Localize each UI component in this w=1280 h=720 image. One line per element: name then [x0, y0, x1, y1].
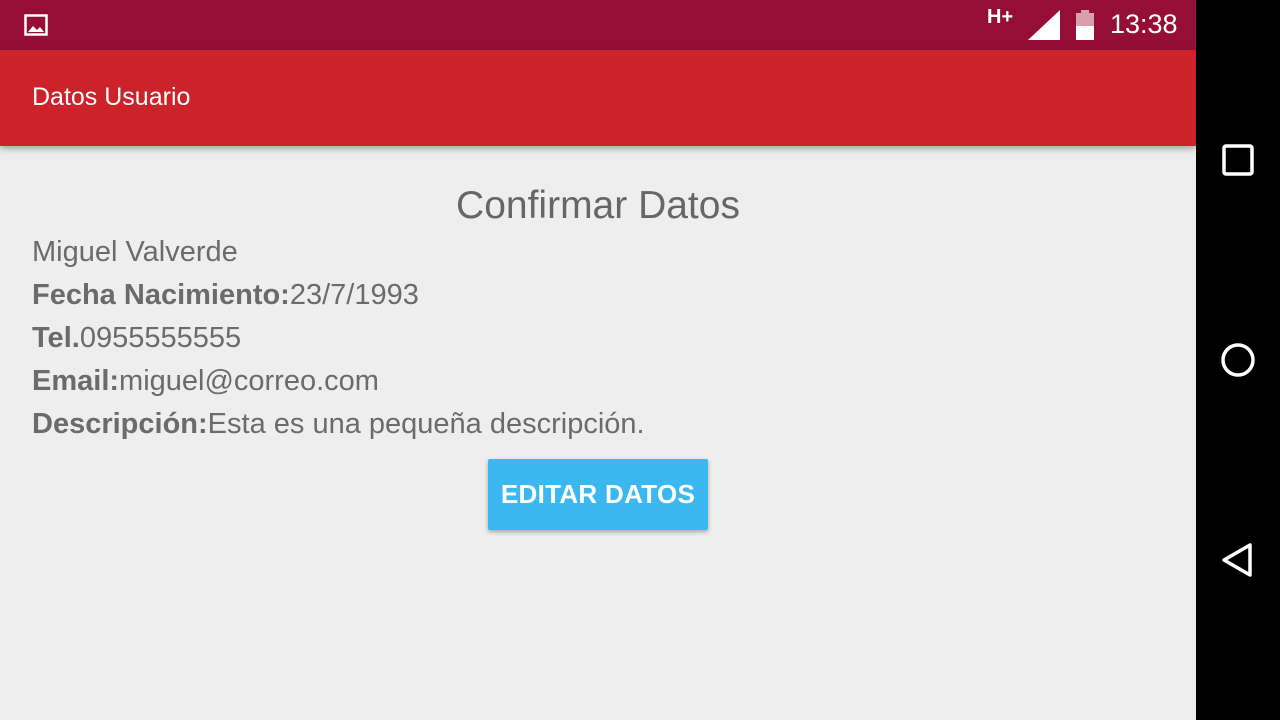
recents-icon[interactable]: [1216, 138, 1260, 182]
status-clock: 13:38: [1110, 9, 1178, 39]
email-row: Email:miguel@correo.com: [32, 365, 379, 398]
battery-icon: [1076, 10, 1094, 40]
confirm-heading: Confirmar Datos: [456, 184, 740, 227]
signal-icon: [1028, 10, 1060, 40]
email-label: Email:: [32, 365, 120, 397]
status-bar: H+ 13:38: [0, 0, 1196, 50]
network-type-indicator: H+: [987, 6, 1014, 28]
user-name: Miguel Valverde: [32, 236, 238, 268]
app-bar-title: Datos Usuario: [32, 83, 191, 111]
back-icon[interactable]: [1216, 538, 1260, 582]
birthdate-row: Fecha Nacimiento:23/7/1993: [32, 279, 419, 312]
phone-row: Tel.0955555555: [32, 322, 241, 355]
phone-value: 0955555555: [79, 322, 242, 354]
home-icon[interactable]: [1216, 338, 1260, 382]
description-label: Descripción:: [32, 408, 208, 440]
edit-data-button[interactable]: EDITAR DATOS: [488, 459, 708, 530]
birthdate-value: 23/7/1993: [289, 279, 419, 311]
phone-label: Tel.: [32, 322, 80, 354]
app-bar: Datos Usuario: [0, 50, 1196, 146]
description-value: Esta es una pequeña descripción.: [207, 408, 645, 440]
email-value: miguel@correo.com: [119, 365, 379, 397]
navigation-bar: [1196, 0, 1280, 720]
app-screen: H+ 13:38 Datos Usuario Confirmar Datos M…: [0, 0, 1196, 720]
image-notification-icon: [24, 14, 48, 36]
description-row: Descripción:Esta es una pequeña descripc…: [32, 408, 645, 441]
birthdate-label: Fecha Nacimiento:: [32, 279, 290, 311]
